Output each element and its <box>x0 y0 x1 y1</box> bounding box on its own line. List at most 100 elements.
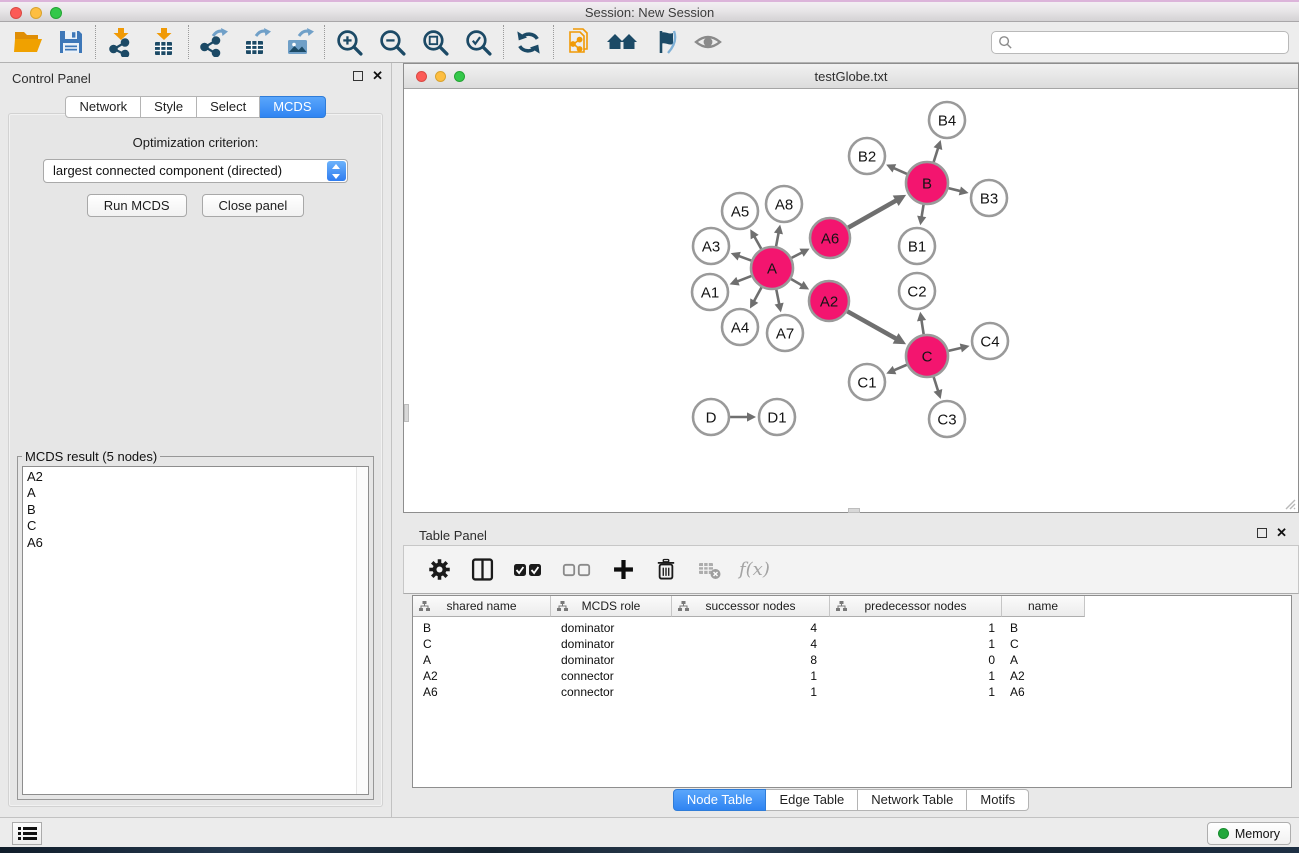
graph-node-A5[interactable]: A5 <box>722 193 758 229</box>
close-table-panel-icon[interactable]: ✕ <box>1276 527 1287 539</box>
tab-mcds[interactable]: MCDS <box>260 96 325 118</box>
graph-edge-C-C4[interactable] <box>948 343 969 352</box>
graph-edge-C-C2[interactable] <box>917 312 926 335</box>
task-history-button[interactable] <box>12 822 42 845</box>
graph-node-C4[interactable]: C4 <box>972 323 1008 359</box>
tab-node-table[interactable]: Node Table <box>673 789 767 811</box>
list-item[interactable]: A <box>23 485 368 501</box>
column-header-mcds-role[interactable]: MCDS role <box>551 596 672 617</box>
graph-node-D[interactable]: D <box>693 399 729 435</box>
graph-edge-B-B3[interactable] <box>948 186 968 195</box>
zoom-selected-button[interactable] <box>457 23 500 61</box>
tab-style[interactable]: Style <box>141 96 197 118</box>
list-item[interactable]: A6 <box>23 535 368 551</box>
bottom-edge-grip[interactable] <box>848 508 860 513</box>
graph-edge-A-A2[interactable] <box>791 279 809 289</box>
graph-node-B3[interactable]: B3 <box>971 180 1007 216</box>
column-header-predecessor-nodes[interactable]: predecessor nodes <box>830 596 1002 617</box>
table-row[interactable]: Cdominator41C <box>413 636 1291 652</box>
delete-column-button[interactable] <box>653 557 679 583</box>
open-file-button[interactable] <box>6 23 49 61</box>
export-table-button[interactable] <box>235 23 278 61</box>
graph-edge-C-C3[interactable] <box>934 377 943 399</box>
graph-node-B1[interactable]: B1 <box>899 228 935 264</box>
network-window-titlebar[interactable]: testGlobe.txt <box>404 64 1298 89</box>
graph-edge-A-A6[interactable] <box>792 249 810 258</box>
close-panel-button[interactable]: Close panel <box>202 194 305 217</box>
graph-node-C[interactable]: C <box>906 335 948 377</box>
column-header-name[interactable]: name <box>1002 596 1085 617</box>
deselect-all-button[interactable] <box>561 557 593 583</box>
network-canvas[interactable]: B4 B2 B B3 A8A5 A6 A3 B1 A C2 A1 A2 A4A7 C4 C C1 D D1 C3 <box>404 89 1298 512</box>
graph-edge-B-B4[interactable] <box>934 140 943 162</box>
resize-grip-icon[interactable] <box>1282 496 1296 510</box>
graph-node-B2[interactable]: B2 <box>849 138 885 174</box>
graph-node-C3[interactable]: C3 <box>929 401 965 437</box>
tab-motifs[interactable]: Motifs <box>967 789 1029 811</box>
new-session-from-network-button[interactable] <box>557 23 600 61</box>
graph-node-A[interactable]: A <box>751 247 793 289</box>
left-edge-grip[interactable] <box>404 404 409 422</box>
graph-node-C2[interactable]: C2 <box>899 273 935 309</box>
memory-button[interactable]: Memory <box>1207 822 1291 845</box>
create-column-button[interactable] <box>610 557 636 583</box>
zoom-in-button[interactable] <box>328 23 371 61</box>
apply-layout-button[interactable] <box>507 23 550 61</box>
graph-node-C1[interactable]: C1 <box>849 364 885 400</box>
graph-node-A8[interactable]: A8 <box>766 186 802 222</box>
graph-edge-A-A7[interactable] <box>775 290 784 313</box>
graph-node-D1[interactable]: D1 <box>759 399 795 435</box>
table-row[interactable]: Adominator80A <box>413 652 1291 668</box>
graph-node-A1[interactable]: A1 <box>692 274 728 310</box>
tab-edge-table[interactable]: Edge Table <box>766 789 858 811</box>
table-row[interactable]: A6connector11A6 <box>413 684 1291 700</box>
graph-node-A3[interactable]: A3 <box>693 228 729 264</box>
tab-select[interactable]: Select <box>197 96 260 118</box>
table-row[interactable]: A2connector11A2 <box>413 668 1291 684</box>
graph-edge-A6-B[interactable] <box>848 195 906 228</box>
graph-edge-A-A4[interactable] <box>750 287 761 308</box>
graph-node-A6[interactable]: A6 <box>810 218 850 258</box>
column-header-successor-nodes[interactable]: successor nodes <box>672 596 830 617</box>
delete-table-button[interactable] <box>696 557 722 583</box>
zoom-fit-button[interactable] <box>414 23 457 61</box>
table-row[interactable]: Bdominator41B <box>413 620 1291 636</box>
graph-edge-A-A3[interactable] <box>731 252 752 261</box>
function-builder-button[interactable]: f(x) <box>739 559 770 580</box>
float-table-panel-icon[interactable] <box>1257 528 1267 538</box>
graph-node-A4[interactable]: A4 <box>722 309 758 345</box>
graph-node-B4[interactable]: B4 <box>929 102 965 138</box>
graph-edge-A-A5[interactable] <box>750 229 761 249</box>
graph-node-A2[interactable]: A2 <box>809 281 849 321</box>
float-panel-icon[interactable] <box>353 71 363 81</box>
mcds-result-list[interactable]: A2ABCA6 <box>22 466 369 795</box>
column-header-shared-name[interactable]: shared name <box>413 596 551 617</box>
tab-network-table[interactable]: Network Table <box>858 789 967 811</box>
import-network-button[interactable] <box>99 23 142 61</box>
window-titlebar[interactable]: Session: New Session <box>0 0 1299 22</box>
graph-edge-A-A1[interactable] <box>730 276 752 286</box>
graph-edge-A2-C[interactable] <box>847 311 906 344</box>
criterion-dropdown[interactable]: largest connected component (directed) <box>43 159 348 183</box>
tab-network[interactable]: Network <box>65 96 141 118</box>
show-hide-button[interactable] <box>686 23 729 61</box>
graph-node-B[interactable]: B <box>906 162 948 204</box>
home-button[interactable] <box>600 23 643 61</box>
list-item[interactable]: C <box>23 518 368 534</box>
graph-edge-B-B1[interactable] <box>917 205 926 226</box>
graph-node-A7[interactable]: A7 <box>767 315 803 351</box>
save-session-button[interactable] <box>49 23 92 61</box>
graph-edge-A-A8[interactable] <box>774 225 783 247</box>
search-input[interactable] <box>1018 35 1282 50</box>
graph-edge-B-B2[interactable] <box>886 164 907 174</box>
select-all-button[interactable] <box>512 557 544 583</box>
import-table-button[interactable] <box>142 23 185 61</box>
node-table[interactable]: shared nameMCDS rolesuccessor nodesprede… <box>412 595 1292 788</box>
graph-edge-C-C1[interactable] <box>886 365 907 375</box>
graph-edge-D-D1[interactable] <box>730 412 756 421</box>
run-mcds-button[interactable]: Run MCDS <box>87 194 187 217</box>
list-item[interactable]: A2 <box>23 469 368 485</box>
toggle-graphics-details-button[interactable] <box>643 23 686 61</box>
zoom-out-button[interactable] <box>371 23 414 61</box>
table-settings-button[interactable] <box>426 557 452 583</box>
